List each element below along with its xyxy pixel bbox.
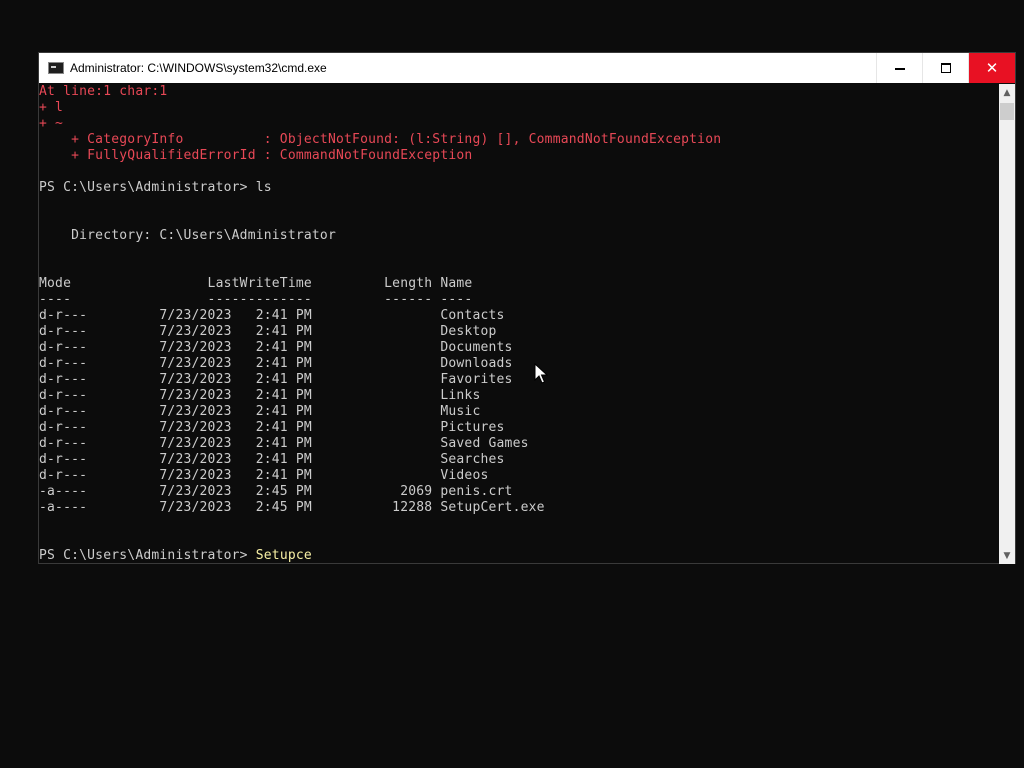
vertical-scrollbar[interactable]: ▲ ▼: [999, 84, 1015, 564]
console-line: -a---- 7/23/2023 2:45 PM 2069 penis.crt: [39, 484, 513, 499]
console-line: d-r--- 7/23/2023 2:41 PM Desktop: [39, 324, 497, 339]
console-line: d-r--- 7/23/2023 2:41 PM Favorites: [39, 372, 513, 387]
console-output[interactable]: At line:1 char:1 + l + ~ + CategoryInfo : …: [39, 84, 999, 564]
console-line: ---- ------------- ------ ----: [39, 292, 473, 307]
window-controls: ✕: [876, 53, 1015, 83]
window-title: Administrator: C:\WINDOWS\system32\cmd.e…: [70, 61, 327, 75]
console-line: Mode LastWriteTime Length Name: [39, 276, 473, 291]
console-line: At line:1 char:1: [39, 84, 168, 99]
console-line: + ~: [39, 116, 64, 131]
minimize-icon: [894, 68, 905, 70]
console-line: -a---- 7/23/2023 2:45 PM 12288 SetupCert…: [39, 500, 545, 515]
console-line: d-r--- 7/23/2023 2:41 PM Downloads: [39, 356, 513, 371]
console-line: d-r--- 7/23/2023 2:41 PM Saved Games: [39, 436, 529, 451]
prompt-text: PS C:\Users\Administrator>: [39, 548, 256, 563]
maximize-icon: [940, 63, 951, 73]
mouse-pointer-icon: [534, 363, 548, 384]
scrollbar-thumb[interactable]: [1000, 103, 1014, 120]
prompt-line[interactable]: PS C:\Users\Administrator> Setupce: [39, 548, 999, 564]
console-window[interactable]: Administrator: C:\WINDOWS\system32\cmd.e…: [38, 52, 1016, 564]
close-icon: ✕: [985, 58, 999, 77]
console-line: + CategoryInfo : ObjectNotFound: (l:Stri…: [39, 132, 722, 147]
console-line: + FullyQualifiedErrorId : CommandNotFoun…: [39, 148, 473, 163]
console-line: d-r--- 7/23/2023 2:41 PM Links: [39, 388, 481, 403]
console-line: d-r--- 7/23/2023 2:41 PM Music: [39, 404, 481, 419]
minimize-button[interactable]: [876, 53, 922, 83]
console-line: d-r--- 7/23/2023 2:41 PM Videos: [39, 468, 489, 483]
scroll-down-icon[interactable]: ▼: [999, 547, 1015, 564]
command-input[interactable]: Setupce: [256, 548, 312, 563]
cmd-icon: [48, 62, 64, 74]
console-line: d-r--- 7/23/2023 2:41 PM Contacts: [39, 308, 505, 323]
scroll-up-icon[interactable]: ▲: [999, 84, 1015, 101]
console-line: d-r--- 7/23/2023 2:41 PM Pictures: [39, 420, 505, 435]
maximize-button[interactable]: [922, 53, 968, 83]
console-line: d-r--- 7/23/2023 2:41 PM Searches: [39, 452, 505, 467]
console-line: Directory: C:\Users\Administrator: [39, 228, 336, 243]
console-line: + l: [39, 100, 64, 115]
close-button[interactable]: ✕: [968, 53, 1015, 83]
title-bar[interactable]: Administrator: C:\WINDOWS\system32\cmd.e…: [39, 53, 1015, 83]
console-line: PS C:\Users\Administrator> ls: [39, 180, 272, 195]
console-line: d-r--- 7/23/2023 2:41 PM Documents: [39, 340, 513, 355]
